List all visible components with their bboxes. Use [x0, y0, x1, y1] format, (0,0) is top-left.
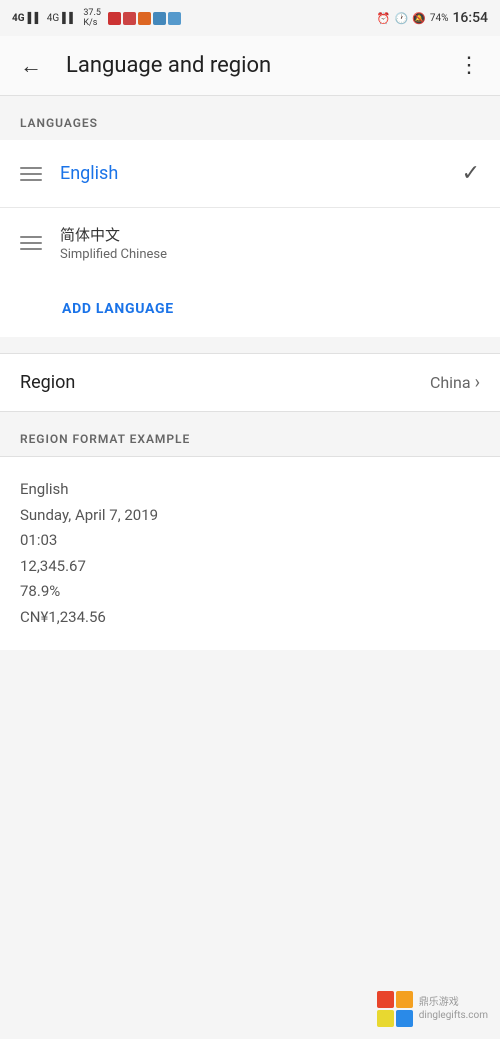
drag-line	[20, 173, 42, 175]
app-bar: ← Language and region ⋮	[0, 36, 500, 96]
drag-line	[20, 248, 42, 250]
selected-checkmark: ✓	[462, 161, 480, 186]
icon4	[153, 12, 166, 25]
region-separator	[0, 337, 500, 353]
region-format-header: REGION FORMAT EXAMPLE	[0, 412, 500, 456]
icon3	[138, 12, 151, 25]
languages-section-header: LANGUAGES	[0, 96, 500, 140]
back-button[interactable]: ←	[12, 45, 50, 87]
logo-sq1	[377, 991, 394, 1008]
icon2	[123, 12, 136, 25]
language-info-chinese: 简体中文 Simplified Chinese	[60, 224, 480, 262]
icon5	[168, 12, 181, 25]
watermark: 鼎乐游戏 dinglegifts.com	[377, 991, 488, 1027]
drag-line	[20, 167, 42, 169]
language-sub-chinese: Simplified Chinese	[60, 247, 480, 262]
format-line-1: Sunday, April 7, 2019	[20, 503, 480, 529]
logo-sq4	[396, 1010, 413, 1027]
notification-icons	[108, 12, 181, 25]
language-name-chinese: 简体中文	[60, 224, 480, 245]
logo-sq2	[396, 991, 413, 1008]
clock-icon: 🕐	[394, 12, 408, 25]
add-language-button[interactable]: ADD LANGUAGE	[62, 301, 174, 317]
region-value: China	[430, 373, 471, 392]
format-line-5: CN¥1,234.56	[20, 605, 480, 631]
drag-line	[20, 236, 42, 238]
watermark-logo	[377, 991, 413, 1027]
format-line-3: 12,345.67	[20, 554, 480, 580]
signal-indicator: 4G	[12, 13, 25, 24]
chevron-right-icon: ›	[475, 372, 480, 393]
status-bar: 4G ▌▌ 4G ▌▌ 37.5K/s ⏰ 🕐 🔕 74% 16:54	[0, 0, 500, 36]
watermark-brand: 鼎乐游戏	[419, 996, 488, 1009]
signal-indicator-2: 4G	[47, 13, 59, 24]
status-left: 4G ▌▌ 4G ▌▌ 37.5K/s	[12, 8, 181, 28]
signal-bars-2: ▌▌	[62, 13, 76, 24]
language-item-chinese[interactable]: 简体中文 Simplified Chinese	[0, 208, 500, 278]
status-right: ⏰ 🕐 🔕 74% 16:54	[377, 10, 488, 26]
icon1	[108, 12, 121, 25]
language-info-english: English	[60, 163, 462, 184]
drag-handle-english[interactable]	[20, 167, 42, 181]
logo-sq3	[377, 1010, 394, 1027]
battery-indicator: 74%	[430, 13, 449, 24]
drag-line	[20, 242, 42, 244]
format-line-0: English	[20, 477, 480, 503]
region-label: Region	[20, 372, 75, 393]
speed-indicator: 37.5K/s	[83, 8, 101, 28]
drag-handle-chinese[interactable]	[20, 236, 42, 250]
language-name-english: English	[60, 163, 462, 184]
region-item[interactable]: Region China ›	[0, 353, 500, 412]
format-line-4: 78.9%	[20, 579, 480, 605]
signal-bars-1: ▌▌	[28, 13, 42, 24]
region-format-content: English Sunday, April 7, 2019 01:03 12,3…	[0, 456, 500, 650]
time-display: 16:54	[452, 10, 488, 26]
language-item-english[interactable]: English ✓	[0, 140, 500, 208]
language-list: English ✓ 简体中文 Simplified Chinese	[0, 140, 500, 278]
watermark-url: dinglegifts.com	[419, 1009, 488, 1022]
drag-line	[20, 179, 42, 181]
page-title: Language and region	[66, 53, 434, 78]
alarm-icon: ⏰	[377, 12, 391, 25]
bell-icon: 🔕	[412, 12, 426, 25]
watermark-text-container: 鼎乐游戏 dinglegifts.com	[419, 996, 488, 1022]
format-line-2: 01:03	[20, 528, 480, 554]
add-language-container: ADD LANGUAGE	[0, 278, 500, 337]
region-value-container: China ›	[430, 372, 480, 393]
more-options-button[interactable]: ⋮	[450, 45, 488, 86]
